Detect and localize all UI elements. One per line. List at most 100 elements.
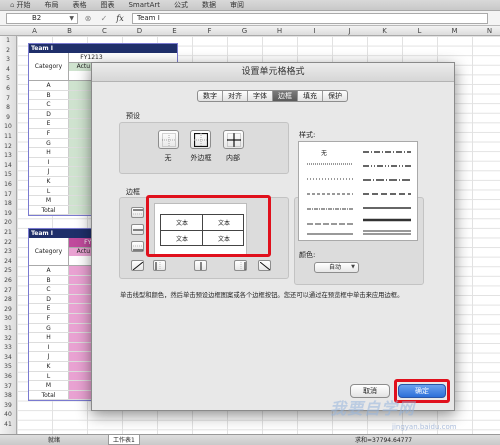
tab-font[interactable]: 字体 [248,91,273,101]
row-header[interactable]: 14 [0,161,16,171]
column-header[interactable]: L [402,26,437,36]
category-cell[interactable]: C [29,100,69,109]
row-header[interactable]: 16 [0,180,16,190]
category-cell[interactable]: A [29,266,69,275]
category-header[interactable]: Category [29,238,69,265]
category-cell[interactable]: G [29,138,69,148]
category-cell[interactable]: C [29,285,69,294]
column-header[interactable]: E [157,26,192,36]
category-cell[interactable]: B [29,90,69,100]
sheet-tab[interactable]: 工作表1 [108,435,140,445]
category-cell[interactable]: I [29,157,69,167]
row-header[interactable]: 7 [0,94,16,104]
category-cell[interactable]: D [29,294,69,304]
row-header[interactable]: 9 [0,113,16,123]
row-header[interactable]: 28 [0,295,16,305]
column-header[interactable]: A [17,26,52,36]
table-title[interactable]: Team I [29,44,177,53]
row-header[interactable]: 29 [0,305,16,315]
ribbon-tab-home[interactable]: ⌂ 开始 [4,0,36,10]
ribbon-tab-charts[interactable]: 图表 [94,0,120,10]
category-cell[interactable]: J [29,352,69,361]
category-cell[interactable]: Total [29,390,69,400]
name-box[interactable]: B2 ▼ [6,12,78,24]
row-header[interactable]: 11 [0,132,16,142]
row-header[interactable]: 38 [0,391,16,401]
ribbon-tab-tables[interactable]: 表格 [66,0,92,10]
category-cell[interactable]: H [29,148,69,157]
category-cell[interactable]: H [29,333,69,342]
tab-number[interactable]: 数字 [198,91,223,101]
row-header[interactable]: 39 [0,401,16,411]
row-header[interactable]: 12 [0,142,16,152]
category-cell[interactable]: K [29,176,69,186]
category-cell[interactable]: L [29,371,69,381]
tab-fill[interactable]: 填充 [298,91,323,101]
preset-none-button[interactable] [158,130,179,149]
tab-protection[interactable]: 保护 [323,91,347,101]
row-header[interactable]: 4 [0,65,16,75]
row-header[interactable]: 24 [0,257,16,267]
row-header[interactable]: 26 [0,276,16,286]
color-select[interactable]: 自动 ▼ [314,262,359,273]
border-top-button[interactable] [131,207,144,218]
row-header[interactable]: 34 [0,353,16,363]
category-cell[interactable]: G [29,323,69,333]
column-header[interactable]: J [332,26,367,36]
row-header[interactable]: 41 [0,420,16,430]
row-header[interactable]: 3 [0,55,16,65]
category-cell[interactable]: Total [29,205,69,215]
tab-border[interactable]: 边框 [273,91,298,101]
row-header[interactable]: 32 [0,334,16,344]
row-header[interactable]: 17 [0,190,16,200]
row-header[interactable]: 22 [0,238,16,248]
category-cell[interactable]: M [29,196,69,205]
ribbon-tab-review[interactable]: 审阅 [224,0,250,10]
row-header[interactable]: 37 [0,382,16,392]
column-header[interactable]: C [87,26,122,36]
border-diagonal-up-button[interactable] [131,260,144,271]
border-diagonal-down-button[interactable] [258,260,271,271]
row-header[interactable]: 40 [0,410,16,420]
ribbon-tab-data[interactable]: 数据 [196,0,222,10]
row-header[interactable]: 10 [0,122,16,132]
ribbon-tab-formulas[interactable]: 公式 [168,0,194,10]
column-header[interactable]: H [262,26,297,36]
row-header[interactable]: 27 [0,286,16,296]
category-cell[interactable]: I [29,342,69,352]
row-header[interactable]: 15 [0,170,16,180]
border-left-button[interactable] [153,260,166,271]
row-header[interactable]: 23 [0,247,16,257]
category-cell[interactable]: B [29,275,69,285]
preset-outline-button[interactable] [190,130,211,149]
row-header[interactable]: 21 [0,228,16,238]
border-right-button[interactable] [234,260,247,271]
border-middle-button[interactable] [131,224,144,235]
column-header[interactable]: I [297,26,332,36]
row-header[interactable]: 8 [0,103,16,113]
column-header[interactable]: F [192,26,227,36]
tab-alignment[interactable]: 对齐 [223,91,248,101]
category-cell[interactable]: J [29,167,69,176]
column-header[interactable]: K [367,26,402,36]
line-style-list[interactable]: 无 [298,141,418,241]
border-center-button[interactable] [194,260,207,271]
row-header[interactable]: 19 [0,209,16,219]
row-header[interactable]: 6 [0,84,16,94]
row-header[interactable]: 1 [0,36,16,46]
column-header[interactable]: M [437,26,472,36]
category-cell[interactable]: L [29,186,69,196]
fx-button[interactable]: fx [114,13,126,24]
row-header[interactable]: 20 [0,218,16,228]
row-header[interactable]: 5 [0,74,16,84]
confirm-icon[interactable]: ✓ [98,13,110,24]
formula-input[interactable]: Team I [132,12,488,24]
ribbon-tab-layout[interactable]: 布局 [38,0,64,10]
category-cell[interactable]: M [29,381,69,390]
row-header[interactable]: 36 [0,372,16,382]
category-cell[interactable]: D [29,109,69,119]
row-header[interactable]: 13 [0,151,16,161]
column-header[interactable]: B [52,26,87,36]
row-header[interactable]: 30 [0,314,16,324]
category-cell[interactable]: A [29,81,69,90]
